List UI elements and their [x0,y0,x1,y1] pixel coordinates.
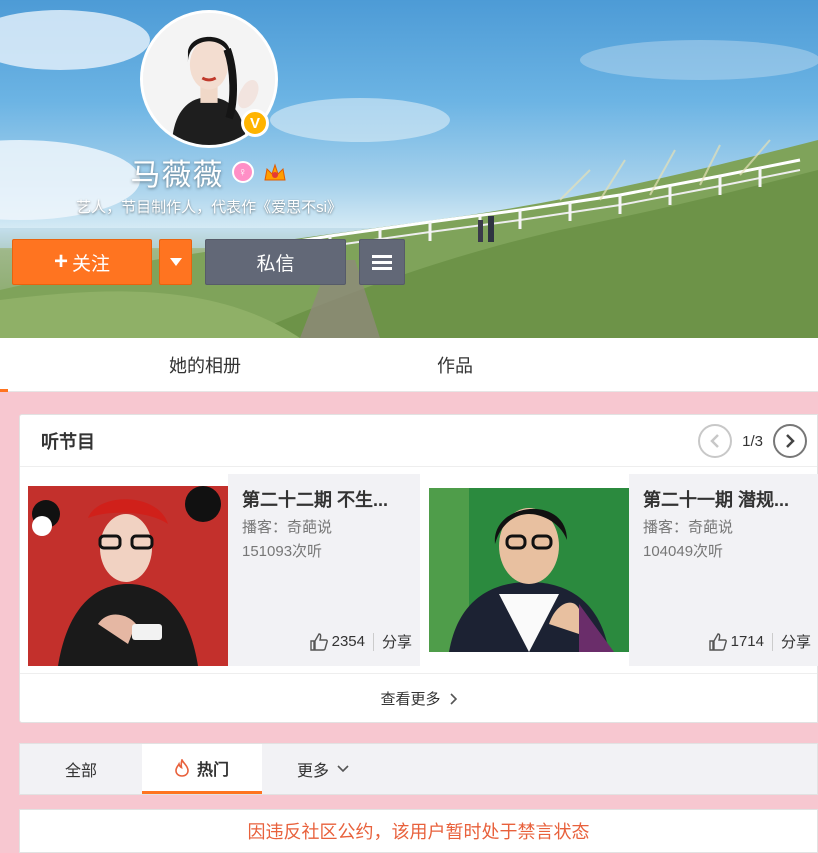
programs-card: 听节目 1/3 第二十二期 不生... 播客：奇葩说 151093次听 2354… [19,414,818,723]
program-title[interactable]: 第二十二期 不生... [242,486,414,512]
program-plays: 104049次听 [643,543,724,560]
separator [771,632,773,651]
program-item[interactable]: 第二十一期 潜规... 播客：奇葩说 104049次听 1714 分享 [429,474,818,666]
program-item[interactable]: 第二十二期 不生... 播客：奇葩说 151093次听 2354 分享 [28,474,420,666]
card-pager: 1/3 [698,424,807,458]
see-more-link[interactable]: 查看更多 [20,673,817,723]
thumbs-up-icon[interactable] [309,632,328,651]
female-icon: ♀ [231,161,254,183]
user-name: 马薇薇 [130,159,224,192]
card-title: 听节目 [41,432,95,452]
see-more-label: 查看更多 [380,691,441,708]
plus-icon: + [53,248,68,275]
profile-cover: V 马薇薇 ♀ 艺人，节目制作人，代表作《爱思不si》 + 关注 私信 [0,0,818,338]
flame-icon [175,758,189,777]
tab-all[interactable]: 全部 [20,744,142,794]
chevron-left-icon [710,434,720,448]
profile-description: 艺人，节目制作人，代表作《爱思不si》 [76,199,342,216]
tab-all-label: 全部 [64,763,97,780]
chevron-right-icon [449,692,457,705]
program-thumbnail-image [28,474,228,666]
program-title[interactable]: 第二十一期 潜规... [643,486,815,512]
program-host: 播客：奇葩说 [242,519,333,536]
share-button[interactable]: 分享 [382,631,412,652]
profile-tabs: 她的相册 作品 [0,338,818,392]
tab-works[interactable]: 作品 [437,338,473,392]
verified-badge-icon: V [241,109,269,137]
like-count[interactable]: 2354 [332,633,365,650]
program-thumbnail[interactable] [28,474,228,666]
message-button[interactable]: 私信 [205,239,346,285]
like-count[interactable]: 1714 [731,633,764,650]
name-row: 马薇薇 ♀ [0,150,418,194]
tab-hot[interactable]: 热门 [142,744,262,794]
program-thumbnail[interactable] [429,474,629,666]
more-menu-button[interactable] [359,239,405,285]
hamburger-icon [372,255,392,270]
program-actions: 1714 分享 [708,631,811,652]
program-thumbnail-image [429,474,629,666]
chevron-down-icon [337,765,349,773]
page-indicator: 1/3 [742,432,763,450]
chevron-right-icon [786,434,795,448]
message-label: 私信 [256,253,295,275]
next-page-button[interactable] [773,424,807,458]
caret-down-icon [169,258,182,266]
tab-hot-label: 热门 [196,761,229,779]
program-host: 播客：奇葩说 [643,519,734,536]
tab-active-indicator [0,389,8,392]
tab-album[interactable]: 她的相册 [169,338,241,392]
ban-notice: 因违反社区公约，该用户暂时处于禁言状态 [19,809,818,853]
separator [372,632,374,651]
tab-more[interactable]: 更多 [262,744,384,794]
thumbs-up-icon[interactable] [708,632,727,651]
prev-page-button[interactable] [698,424,733,458]
vip-icon[interactable] [262,161,288,183]
follow-button[interactable]: + 关注 [12,239,152,285]
program-plays: 151093次听 [242,543,323,560]
share-button[interactable]: 分享 [781,631,811,652]
feed-filter-tabs: 全部 热门 更多 [19,743,818,795]
tab-more-label: 更多 [296,763,329,780]
follow-label: 关注 [72,253,111,275]
program-actions: 2354 分享 [309,631,412,652]
follow-dropdown-button[interactable] [159,239,192,285]
card-divider [20,466,817,467]
